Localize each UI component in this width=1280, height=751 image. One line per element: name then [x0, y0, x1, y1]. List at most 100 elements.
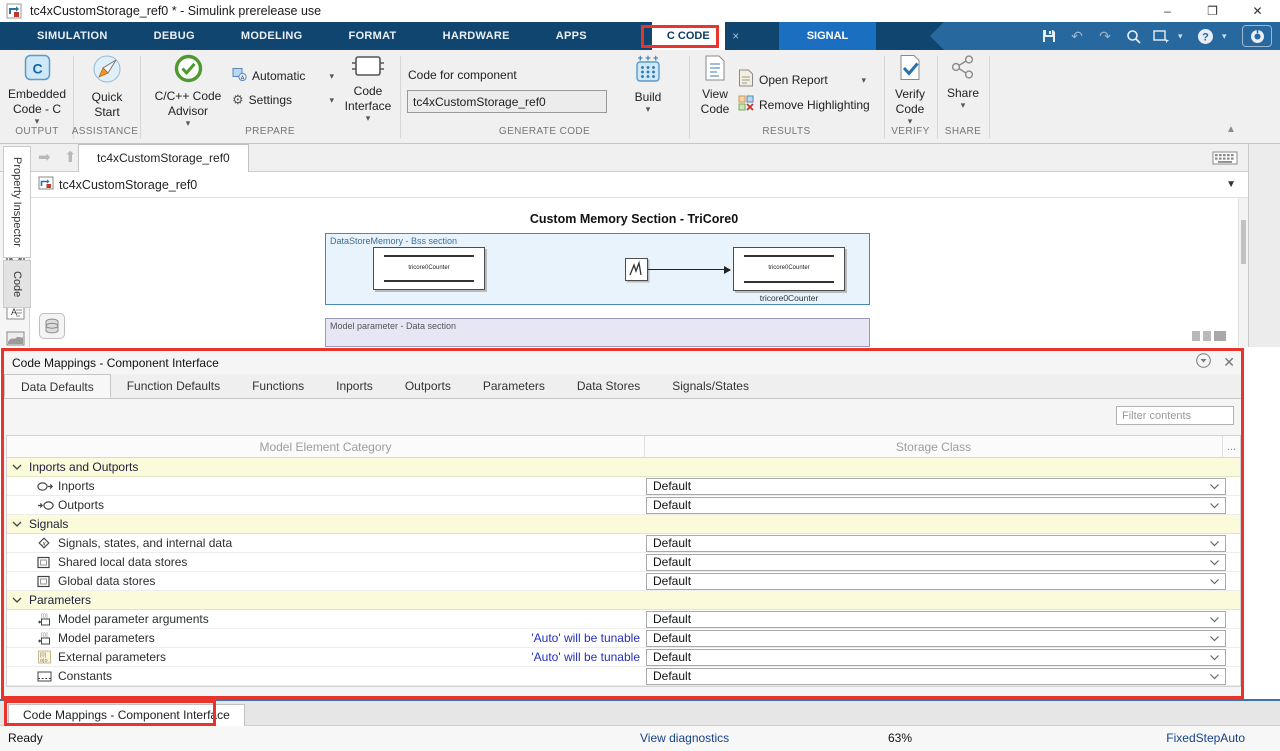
storage-class-dropdown[interactable]: Default — [646, 630, 1226, 647]
save-icon[interactable] — [1038, 26, 1060, 46]
minimize-icon[interactable]: – — [1145, 0, 1190, 22]
settings-button[interactable]: ⚙ Settings ▾ — [232, 92, 334, 108]
table-row-shared-local-data-stores[interactable]: Shared local data storesDefault — [7, 553, 1240, 572]
column-options-button[interactable]: ... — [1223, 436, 1240, 457]
storage-class-dropdown[interactable]: Default — [646, 497, 1226, 514]
collapse-chevron-icon[interactable] — [12, 464, 24, 470]
component-input[interactable] — [407, 90, 607, 113]
ribbon-group-share: SHARE — [937, 126, 989, 140]
mappings-tab-outports[interactable]: Outports — [389, 374, 467, 398]
menu-tab-debug[interactable]: DEBUG — [131, 22, 218, 50]
mappings-tab-data-stores[interactable]: Data Stores — [561, 374, 656, 398]
breadcrumb-caret-icon[interactable]: ▼ — [1226, 179, 1236, 190]
table-row-external-parameters[interactable]: [0]o|oExternal parameters'Auto' will be … — [7, 648, 1240, 667]
storage-class-dropdown[interactable]: Default — [646, 573, 1226, 590]
c-code-tab-close-icon[interactable]: × — [725, 22, 747, 50]
breadcrumb[interactable]: tc4xCustomStorage_ref0 ▼ — [30, 172, 1248, 198]
category-cell: [0]Model parameter arguments — [7, 610, 645, 628]
column-header-storage-class[interactable]: Storage Class — [645, 436, 1223, 457]
menu-tab-simulation[interactable]: SIMULATION — [14, 22, 131, 50]
forward-icon[interactable]: ➡ — [38, 148, 51, 166]
table-row-constants[interactable]: ConstantsDefault — [7, 667, 1240, 686]
menu-tab-format[interactable]: FORMAT — [326, 22, 420, 50]
help-icon[interactable]: ? — [1194, 26, 1216, 46]
up-icon[interactable]: ⬆ — [64, 148, 77, 166]
help-caret-icon[interactable]: ▾ — [1222, 31, 1232, 42]
column-header-category[interactable]: Model Element Category — [7, 436, 645, 457]
capture-caret-icon[interactable]: ▾ — [1178, 31, 1188, 42]
storage-class-dropdown[interactable]: Default — [646, 611, 1226, 628]
table-row-model-parameters[interactable]: [0]Model parameters'Auto' will be tunabl… — [7, 629, 1240, 648]
table-row-signals-states-and-internal-data[interactable]: xSignals, states, and internal dataDefau… — [7, 534, 1240, 553]
panel-close-icon[interactable]: ✕ — [1223, 354, 1235, 371]
remove-highlighting-button[interactable]: Remove Highlighting — [738, 95, 878, 114]
code-advisor-button[interactable]: C/C++ Code Advisor ▾ — [146, 54, 230, 127]
capture-icon[interactable] — [1150, 26, 1172, 46]
view-diagnostics-link[interactable]: View diagnostics — [640, 731, 729, 745]
embedded-code-button[interactable]: C Embedded Code - C ▾ — [2, 54, 72, 125]
target-icon[interactable] — [1242, 25, 1272, 47]
tab-signal[interactable]: SIGNAL — [779, 22, 877, 50]
mappings-tab-functions[interactable]: Functions — [236, 374, 320, 398]
close-icon[interactable]: ✕ — [1235, 0, 1280, 22]
verify-code-button[interactable]: Verify Code ▾ — [886, 54, 934, 125]
code-interface-button[interactable]: Code Interface ▾ — [338, 54, 398, 122]
tab-c-code[interactable]: C CODE — [652, 22, 725, 50]
storage-class-dropdown[interactable]: Default — [646, 668, 1226, 685]
data-store-write-name: tricore0Counter — [734, 265, 844, 271]
ribbon-collapse-icon[interactable]: ▲ — [1226, 124, 1236, 135]
mappings-tab-inports[interactable]: Inports — [320, 374, 389, 398]
storage-class-dropdown[interactable]: Default — [646, 535, 1226, 552]
filter-contents-input[interactable] — [1116, 406, 1234, 425]
solver-name[interactable]: FixedStepAuto — [1166, 731, 1245, 745]
collapse-chevron-icon[interactable] — [12, 521, 24, 527]
view-code-button[interactable]: View Code — [695, 55, 735, 117]
signal-source-block[interactable] — [625, 258, 648, 281]
storage-class-dropdown[interactable]: Default — [646, 554, 1226, 571]
signal-icon: x — [37, 536, 55, 550]
quick-start-button[interactable]: Quick Start — [76, 54, 138, 120]
document-bar: ⬅ ➡ ⬆ tc4xCustomStorage_ref0 — [0, 144, 1280, 172]
menu-tab-hardware[interactable]: HARDWARE — [420, 22, 533, 50]
open-report-button[interactable]: Open Report ▾ — [738, 69, 866, 90]
mappings-tab-signals-states[interactable]: Signals/States — [656, 374, 765, 398]
data-store-memory-block[interactable]: tricore0Counter — [373, 247, 485, 290]
storage-class-dropdown[interactable]: Default — [646, 478, 1226, 495]
panel-minimize-icon[interactable] — [1196, 353, 1211, 371]
undo-icon[interactable]: ↶ — [1066, 26, 1088, 46]
model-canvas[interactable]: Custom Memory Section - TriCore0 DataSto… — [30, 198, 1238, 347]
mappings-tab-parameters[interactable]: Parameters — [467, 374, 561, 398]
maximize-icon[interactable]: ❐ — [1190, 0, 1235, 22]
menu-tab-modeling[interactable]: MODELING — [218, 22, 326, 50]
collapse-chevron-icon[interactable] — [12, 597, 24, 603]
search-icon[interactable] — [1122, 26, 1144, 46]
row-label: Model parameters — [58, 631, 155, 645]
storage-class-dropdown[interactable]: Default — [646, 649, 1226, 666]
tab-property-inspector[interactable]: Property Inspector — [3, 146, 31, 258]
table-row-outports[interactable]: OutportsDefault — [7, 496, 1240, 515]
share-button[interactable]: Share ▾ — [940, 54, 986, 109]
table-row-model-parameter-arguments[interactable]: [0]Model parameter argumentsDefault — [7, 610, 1240, 629]
table-row-global-data-stores[interactable]: Global data storesDefault — [7, 572, 1240, 591]
mappings-tab-data-defaults[interactable]: Data Defaults — [4, 374, 111, 398]
canvas-scrollbar[interactable] — [1238, 198, 1248, 347]
mappings-tab-function-defaults[interactable]: Function Defaults — [111, 374, 236, 398]
automatic-button[interactable]: A Automatic ▾ — [232, 67, 334, 84]
menu-tab-apps[interactable]: APPS — [533, 22, 610, 50]
data-section-area[interactable]: Model parameter - Data section — [325, 318, 870, 347]
keyboard-icon[interactable] — [1212, 151, 1238, 168]
data-store-write-block[interactable]: tricore0Counter — [733, 247, 845, 291]
signal-wire[interactable] — [648, 269, 730, 270]
group-row-parameters[interactable]: Parameters — [7, 591, 1240, 610]
canvas-view-mode-icons[interactable] — [1192, 331, 1226, 341]
redo-icon[interactable]: ↷ — [1094, 26, 1116, 46]
table-row-inports[interactable]: InportsDefault — [7, 477, 1240, 496]
group-row-inports-and-outports[interactable]: Inports and Outports — [7, 458, 1240, 477]
tab-code[interactable]: Code — [3, 260, 31, 308]
document-tab[interactable]: tc4xCustomStorage_ref0 — [78, 144, 249, 172]
image-icon[interactable] — [5, 328, 26, 349]
build-button[interactable]: + + + Build ▾ — [622, 53, 674, 113]
data-store-palette-button[interactable] — [39, 313, 65, 339]
group-row-signals[interactable]: Signals — [7, 515, 1240, 534]
bottom-tab-code-mappings[interactable]: Code Mappings - Component Interface — [8, 704, 245, 726]
